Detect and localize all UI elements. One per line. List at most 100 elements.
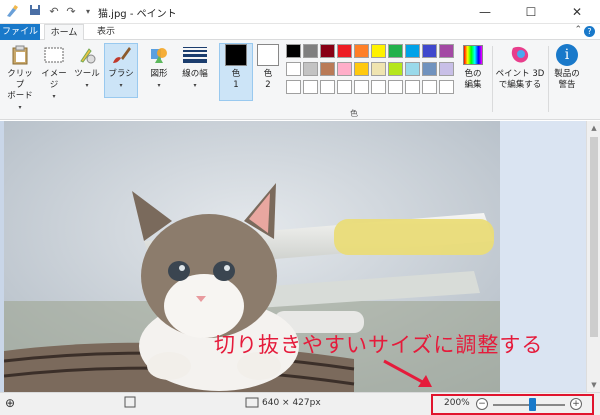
- palette-color[interactable]: [303, 80, 318, 94]
- palette-color[interactable]: [439, 44, 454, 58]
- palette-color[interactable]: [320, 62, 335, 76]
- zoom-level: 200%: [444, 398, 470, 408]
- ribbon-separator: [548, 46, 549, 112]
- tab-file[interactable]: ファイル: [0, 24, 40, 40]
- tab-view[interactable]: 表示: [88, 24, 124, 40]
- palette-color[interactable]: [337, 62, 352, 76]
- status-bar: ⊕ 640 × 427px 200% − +: [0, 392, 600, 415]
- close-button[interactable]: ✕: [554, 0, 600, 24]
- collapse-ribbon-icon[interactable]: ⌃: [574, 25, 582, 35]
- annotation-text: 切り抜きやすいサイズに調整する: [214, 333, 544, 357]
- palette-color[interactable]: [303, 44, 318, 58]
- palette-row-2: [286, 62, 456, 78]
- scroll-up-icon[interactable]: ▲: [587, 121, 600, 135]
- clipboard-icon: [9, 44, 31, 66]
- palette-color[interactable]: [405, 44, 420, 58]
- line-width-button[interactable]: 線の幅 ▾: [178, 44, 212, 91]
- color2-label: 色 2: [263, 69, 273, 90]
- color1-label: 色 1: [231, 69, 241, 90]
- selection-size-icon: [124, 396, 136, 411]
- customize-quick-access-icon[interactable]: ▾: [80, 4, 96, 20]
- ribbon-tabs: ファイル ホーム 表示 ⌃ ?: [0, 24, 600, 41]
- vertical-scrollbar[interactable]: ▲ ▼: [586, 121, 600, 392]
- paint-app-icon[interactable]: [4, 4, 20, 20]
- edit-colors-button[interactable]: 色の 編集: [458, 44, 488, 91]
- image-label: イメージ: [41, 69, 67, 90]
- redo-icon[interactable]: ↷: [63, 4, 79, 20]
- image-size-icon: [245, 396, 259, 411]
- annotation-arrow: [383, 359, 432, 387]
- zoom-slider-thumb[interactable]: [529, 398, 536, 411]
- image-select-icon: [43, 44, 65, 66]
- shapes-button[interactable]: 図形 ▾: [144, 44, 174, 91]
- tools-label: ツール: [74, 69, 100, 79]
- palette-row-1: [286, 44, 456, 60]
- palette-color[interactable]: [388, 62, 403, 76]
- palette-color[interactable]: [422, 44, 437, 58]
- tools-icon: [76, 44, 98, 66]
- maximize-button[interactable]: ☐: [508, 0, 554, 24]
- scroll-thumb[interactable]: [590, 137, 598, 337]
- color1-button[interactable]: 色 1: [221, 44, 251, 91]
- info-icon: i: [556, 44, 578, 66]
- line-width-label: 線の幅: [182, 69, 208, 79]
- clipboard-button[interactable]: クリップ ボード ▾: [4, 44, 36, 113]
- palette-color[interactable]: [405, 62, 420, 76]
- palette-color[interactable]: [371, 62, 386, 76]
- palette-color[interactable]: [439, 62, 454, 76]
- color1-swatch: [225, 44, 247, 66]
- palette-color[interactable]: [303, 62, 318, 76]
- palette-color[interactable]: [354, 44, 369, 58]
- canvas-area: ▲ ▼ 切り抜きやすいサイズに調整する: [0, 121, 600, 392]
- paint3d-label: ペイント 3D で編集する: [495, 69, 545, 90]
- line-width-icon: [183, 44, 207, 66]
- palette-color[interactable]: [337, 44, 352, 58]
- color2-button[interactable]: 色 2: [253, 44, 283, 91]
- palette-color[interactable]: [422, 80, 437, 94]
- minimize-button[interactable]: —: [462, 0, 508, 24]
- edit-colors-icon: [462, 44, 484, 66]
- palette-color[interactable]: [422, 62, 437, 76]
- product-alert-label: 製品の 警告: [554, 69, 580, 90]
- cursor-position-icon: ⊕: [5, 396, 16, 410]
- color2-swatch: [257, 44, 279, 66]
- window-title: 猫.jpg - ペイント: [98, 9, 177, 20]
- colors-group-label: 色: [350, 109, 358, 118]
- color-palette: [286, 44, 456, 98]
- palette-color[interactable]: [320, 44, 335, 58]
- product-alert-button[interactable]: i 製品の 警告: [551, 44, 583, 91]
- shapes-icon: [148, 44, 170, 66]
- palette-color[interactable]: [405, 80, 420, 94]
- paint3d-button[interactable]: ペイント 3D で編集する: [494, 44, 546, 91]
- help-icon[interactable]: ?: [584, 26, 595, 37]
- tools-button[interactable]: ツール ▾: [72, 44, 102, 91]
- palette-color[interactable]: [286, 44, 301, 58]
- image-button[interactable]: イメージ ▾: [38, 44, 70, 102]
- zoom-out-icon[interactable]: −: [476, 398, 488, 410]
- brush-button[interactable]: ブラシ ▾: [106, 44, 136, 91]
- shapes-label: 図形: [150, 69, 168, 79]
- palette-row-3: [286, 80, 456, 96]
- paint3d-icon: [509, 44, 531, 66]
- palette-color[interactable]: [354, 62, 369, 76]
- edit-colors-label: 色の 編集: [464, 69, 482, 90]
- tab-home[interactable]: ホーム: [44, 24, 84, 41]
- palette-color[interactable]: [286, 80, 301, 94]
- palette-color[interactable]: [354, 80, 369, 94]
- title-bar: ↶ ↷ ▾ 猫.jpg - ペイント — ☐ ✕: [0, 0, 600, 24]
- undo-icon[interactable]: ↶: [46, 4, 62, 20]
- palette-color[interactable]: [388, 44, 403, 58]
- palette-color[interactable]: [371, 80, 386, 94]
- palette-color[interactable]: [371, 44, 386, 58]
- palette-color[interactable]: [337, 80, 352, 94]
- zoom-in-icon[interactable]: +: [570, 398, 582, 410]
- palette-color[interactable]: [320, 80, 335, 94]
- ribbon: クリップ ボード▾ イメージ▾ ツール▾ ブラシ▾ 図形▾ 線の幅▾: [0, 40, 600, 120]
- scroll-down-icon[interactable]: ▼: [587, 378, 600, 392]
- palette-color[interactable]: [439, 80, 454, 94]
- palette-color[interactable]: [286, 62, 301, 76]
- brush-icon: [110, 44, 132, 66]
- image-size: 640 × 427px: [262, 398, 321, 408]
- save-icon[interactable]: [27, 4, 43, 20]
- palette-color[interactable]: [388, 80, 403, 94]
